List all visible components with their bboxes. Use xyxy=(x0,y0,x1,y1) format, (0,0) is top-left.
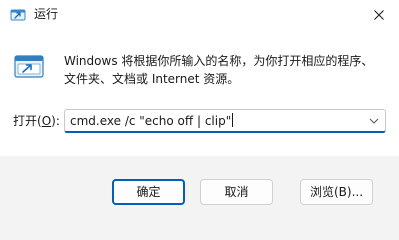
open-label-accel: O xyxy=(41,114,52,128)
window-title: 运行 xyxy=(34,7,59,21)
cancel-button[interactable]: 取消 xyxy=(200,179,273,205)
command-input[interactable]: cmd.exe /c "echo off | clip" xyxy=(70,114,231,128)
close-icon xyxy=(374,10,384,20)
browse-button[interactable]: 浏览(B)... xyxy=(300,179,373,205)
open-label-prefix: 打开( xyxy=(13,114,42,128)
run-icon xyxy=(10,9,26,21)
run-dialog: 运行 Windows 将根据你所输入的名称，为你打开相应的程序、文件夹、文档或 … xyxy=(0,0,399,228)
button-bar: 确定 取消 浏览(B)... xyxy=(0,156,399,228)
title-bar[interactable]: 运行 xyxy=(0,0,399,30)
text-caret xyxy=(232,113,234,127)
ok-button[interactable]: 确定 xyxy=(112,179,185,205)
description-text: Windows 将根据你所输入的名称，为你打开相应的程序、文件夹、文档或 Int… xyxy=(64,54,374,86)
open-label: 打开(O): xyxy=(13,113,60,129)
command-combobox[interactable]: cmd.exe /c "echo off | clip" xyxy=(64,109,386,133)
close-button[interactable] xyxy=(359,0,399,30)
dialog-body: Windows 将根据你所输入的名称，为你打开相应的程序、文件夹、文档或 Int… xyxy=(0,30,399,156)
chevron-down-icon[interactable] xyxy=(369,116,379,126)
open-label-suffix: ): xyxy=(51,114,60,128)
run-dialog-icon xyxy=(14,55,44,78)
command-input-wrap[interactable]: cmd.exe /c "echo off | clip" xyxy=(70,113,234,129)
